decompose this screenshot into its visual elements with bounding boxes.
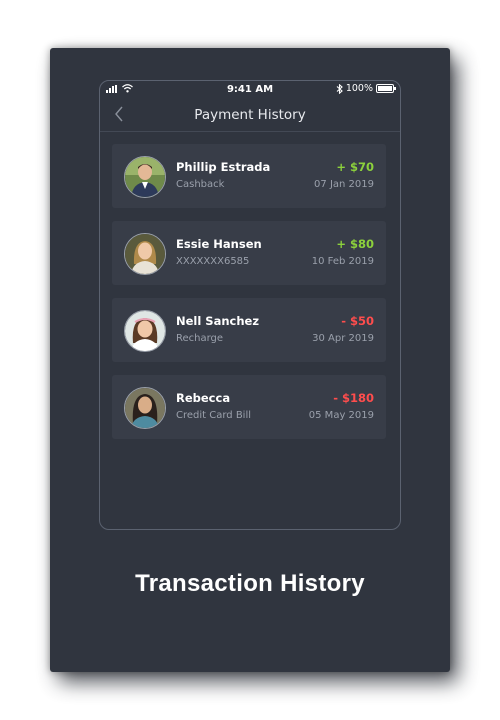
phone-screen: 9:41 AM 100% Payment History Phillip Est… [99,80,401,530]
transaction-amount: - $180 [333,391,374,405]
transaction-amount: + $70 [336,160,374,174]
transaction-detail: Cashback [176,179,225,190]
transaction-name: Nell Sanchez [176,314,260,328]
battery-icon [376,84,396,93]
avatar [124,387,166,429]
transaction-item[interactable]: Nell Sanchez Recharge - $50 30 Apr 2019 [112,298,386,362]
showcase-card: 9:41 AM 100% Payment History Phillip Est… [50,48,450,672]
transaction-date: 07 Jan 2019 [314,179,374,190]
transaction-name: Essie Hansen [176,237,262,251]
avatar [124,233,166,275]
nav-bar: Payment History [100,99,400,132]
status-bar: 9:41 AM 100% [100,81,400,99]
status-right: 100% [336,83,396,94]
transaction-date: 05 May 2019 [308,410,374,421]
transaction-item[interactable]: Phillip Estrada Cashback + $70 07 Jan 20… [112,144,386,208]
transaction-date: 30 Apr 2019 [312,333,374,344]
page-title: Payment History [194,107,306,123]
transaction-amount: + $80 [336,237,374,251]
transaction-detail: Credit Card Bill [176,410,252,421]
transaction-amount: - $50 [341,314,374,328]
transaction-date: 10 Feb 2019 [311,256,374,267]
transaction-item[interactable]: Rebecca Credit Card Bill - $180 05 May 2… [112,375,386,439]
transaction-detail: XXXXXXX6585 [176,256,250,267]
transaction-detail: Recharge [176,333,224,344]
avatar [124,156,166,198]
avatar [124,310,166,352]
caption-title: Transaction History [135,570,365,597]
battery-percent: 100% [345,83,373,94]
bluetooth-icon [336,83,343,94]
transaction-item[interactable]: Essie Hansen XXXXXXX6585 + $80 10 Feb 20… [112,221,386,285]
transaction-name: Phillip Estrada [176,160,271,174]
transaction-name: Rebecca [176,391,231,405]
